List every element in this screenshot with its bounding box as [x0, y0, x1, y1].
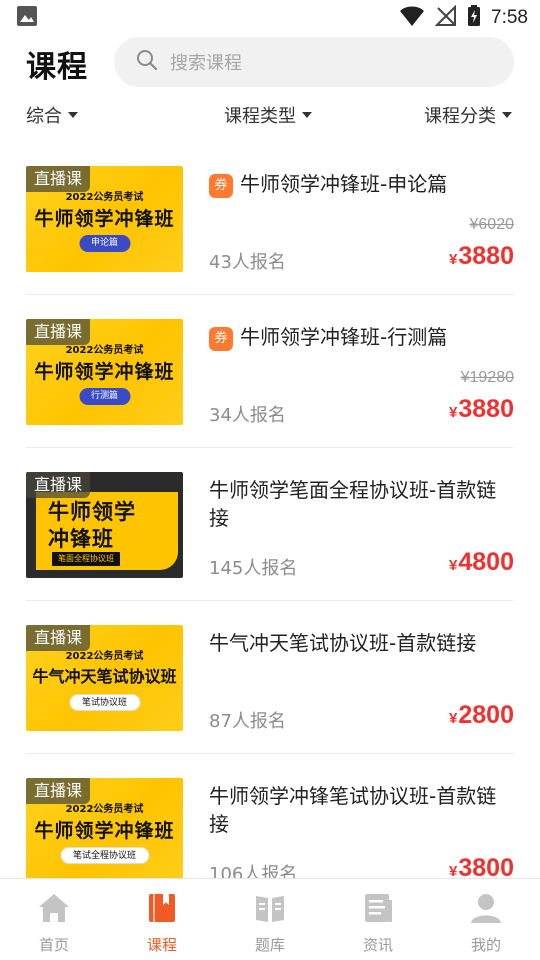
no-signal-icon: [434, 4, 457, 31]
course-title-text: 牛师领学冲锋班-行测篇: [240, 325, 448, 349]
nav-profile[interactable]: 我的: [432, 879, 540, 960]
course-thumbnail: 直播课 牛师领学 冲锋班 笔面全程协议班: [26, 472, 183, 578]
news-icon: [361, 891, 395, 929]
coupon-badge: 券: [209, 327, 233, 351]
currency-symbol: ¥: [449, 863, 458, 878]
live-badge: 直播课: [26, 472, 91, 498]
price-value: 4800: [458, 548, 514, 576]
course-title: 牛师领学冲锋笔试协议班-首款链接: [209, 782, 509, 838]
thumb-title-line: 牛师领学: [48, 500, 136, 524]
course-title-text: 牛气冲天笔试协议班-首款链接: [209, 631, 477, 655]
bottom-nav: 首页 课程 题库 资讯 我的: [0, 878, 540, 960]
search-placeholder: 搜索课程: [170, 53, 242, 74]
enroll-count: 34人报名: [209, 405, 286, 426]
enroll-count: 87人报名: [209, 711, 286, 732]
wifi-icon: [399, 5, 425, 31]
filter-comprehensive[interactable]: 综合: [26, 102, 78, 128]
thumb-title: 牛师领学冲锋班: [34, 820, 175, 842]
nav-label: 我的: [470, 936, 501, 954]
filter-course-category[interactable]: 课程分类: [424, 102, 512, 128]
course-title-text: 牛师领学冲锋笔试协议班-首款链接: [209, 784, 497, 836]
thumb-title-line: 冲锋班: [48, 527, 114, 551]
caret-down-icon: [302, 112, 312, 118]
caret-down-icon: [502, 112, 512, 118]
price: ¥2800: [449, 701, 514, 730]
course-thumbnail: 直播课 2022公务员考试 牛师领学冲锋班 申论篇: [26, 166, 183, 272]
thumb-pill: 笔试全程协议班: [59, 847, 150, 864]
status-bar: 7:58: [0, 0, 540, 36]
filter-label: 课程分类: [424, 106, 496, 127]
live-badge: 直播课: [26, 778, 91, 804]
course-thumbnail: 直播课 2022公务员考试 牛师领学冲锋班 行测篇: [26, 319, 183, 425]
search-icon: [136, 49, 158, 75]
course-item[interactable]: 直播课 2022公务员考试 牛师领学冲锋班 行测篇 券牛师领学冲锋班-行测篇 ¥…: [26, 295, 514, 448]
course-title: 牛气冲天笔试协议班-首款链接: [209, 629, 509, 657]
course-item[interactable]: 直播课 2022公务员考试 牛师领学冲锋班 申论篇 券牛师领学冲锋班-申论篇 ¥…: [26, 142, 514, 295]
course-thumbnail: 直播课 2022公务员考试 牛师领学冲锋班 笔试全程协议班: [26, 778, 183, 878]
header: 课程 搜索课程: [0, 36, 540, 90]
price-value: 2800: [458, 701, 514, 729]
price-value: 3800: [458, 854, 514, 878]
filter-label: 课程类型: [224, 106, 296, 127]
home-icon: [37, 891, 71, 929]
nav-label: 首页: [38, 936, 69, 954]
nav-news[interactable]: 资讯: [324, 879, 432, 960]
thumb-pill: 行测篇: [78, 388, 131, 405]
price: ¥3880: [449, 395, 514, 424]
thumb-pill: 申论篇: [78, 235, 131, 252]
currency-symbol: ¥: [449, 557, 458, 574]
course-book-icon: [145, 891, 179, 929]
question-bank-icon: [253, 891, 287, 929]
filter-bar: 综合 课程类型 课程分类: [0, 96, 540, 134]
status-time: 7:58: [491, 7, 528, 28]
thumb-title: 牛师领学冲锋班: [34, 361, 175, 383]
profile-icon: [469, 891, 503, 929]
course-title: 券牛师领学冲锋班-行测篇: [209, 323, 509, 351]
course-title: 券牛师领学冲锋班-申论篇: [209, 170, 509, 198]
nav-label: 资讯: [362, 936, 393, 954]
original-price: ¥19280: [460, 369, 514, 386]
enroll-count: 106人报名: [209, 864, 298, 878]
price-value: 3880: [458, 242, 514, 270]
coupon-badge: 券: [209, 174, 233, 198]
course-title: 牛师领学笔面全程协议班-首款链接: [209, 476, 509, 532]
page-title: 课程: [26, 50, 88, 85]
battery-charging-icon: [467, 5, 481, 31]
price-value: 3880: [458, 395, 514, 423]
gallery-notification-icon: [16, 5, 38, 31]
course-item[interactable]: 直播课 2022公务员考试 牛气冲天笔试协议班 笔试协议班 牛气冲天笔试协议班-…: [26, 601, 514, 754]
caret-down-icon: [68, 112, 78, 118]
nav-home[interactable]: 首页: [0, 879, 108, 960]
currency-symbol: ¥: [449, 251, 458, 268]
live-badge: 直播课: [26, 166, 91, 192]
thumb-title: 牛师领学 冲锋班: [48, 499, 136, 553]
search-input[interactable]: 搜索课程: [114, 37, 514, 87]
course-list: 直播课 2022公务员考试 牛师领学冲锋班 申论篇 券牛师领学冲锋班-申论篇 ¥…: [0, 142, 540, 878]
filter-course-type[interactable]: 课程类型: [224, 102, 312, 128]
course-title-text: 牛师领学冲锋班-申论篇: [240, 172, 448, 196]
nav-label: 题库: [254, 936, 285, 954]
course-thumbnail: 直播课 2022公务员考试 牛气冲天笔试协议班 笔试协议班: [26, 625, 183, 731]
currency-symbol: ¥: [449, 404, 458, 421]
filter-label: 综合: [26, 106, 62, 127]
currency-symbol: ¥: [449, 710, 458, 727]
nav-label: 课程: [146, 936, 177, 954]
enroll-count: 43人报名: [209, 252, 286, 273]
course-title-text: 牛师领学笔面全程协议班-首款链接: [209, 478, 497, 530]
thumb-tag: 笔面全程协议班: [52, 552, 120, 566]
nav-course[interactable]: 课程: [108, 879, 216, 960]
live-badge: 直播课: [26, 625, 91, 651]
thumb-title: 牛气冲天笔试协议班: [32, 667, 177, 686]
thumb-title: 牛师领学冲锋班: [34, 208, 175, 230]
price: ¥4800: [449, 548, 514, 577]
original-price: ¥6020: [469, 216, 515, 233]
live-badge: 直播课: [26, 319, 91, 345]
price: ¥3880: [449, 242, 514, 271]
nav-question-bank[interactable]: 题库: [216, 879, 324, 960]
thumb-pill: 笔试协议班: [68, 694, 141, 711]
price: ¥3800: [449, 854, 514, 878]
course-item[interactable]: 直播课 牛师领学 冲锋班 笔面全程协议班 牛师领学笔面全程协议班-首款链接 14…: [26, 448, 514, 601]
course-item[interactable]: 直播课 2022公务员考试 牛师领学冲锋班 笔试全程协议班 牛师领学冲锋笔试协议…: [26, 754, 514, 878]
enroll-count: 145人报名: [209, 558, 298, 579]
